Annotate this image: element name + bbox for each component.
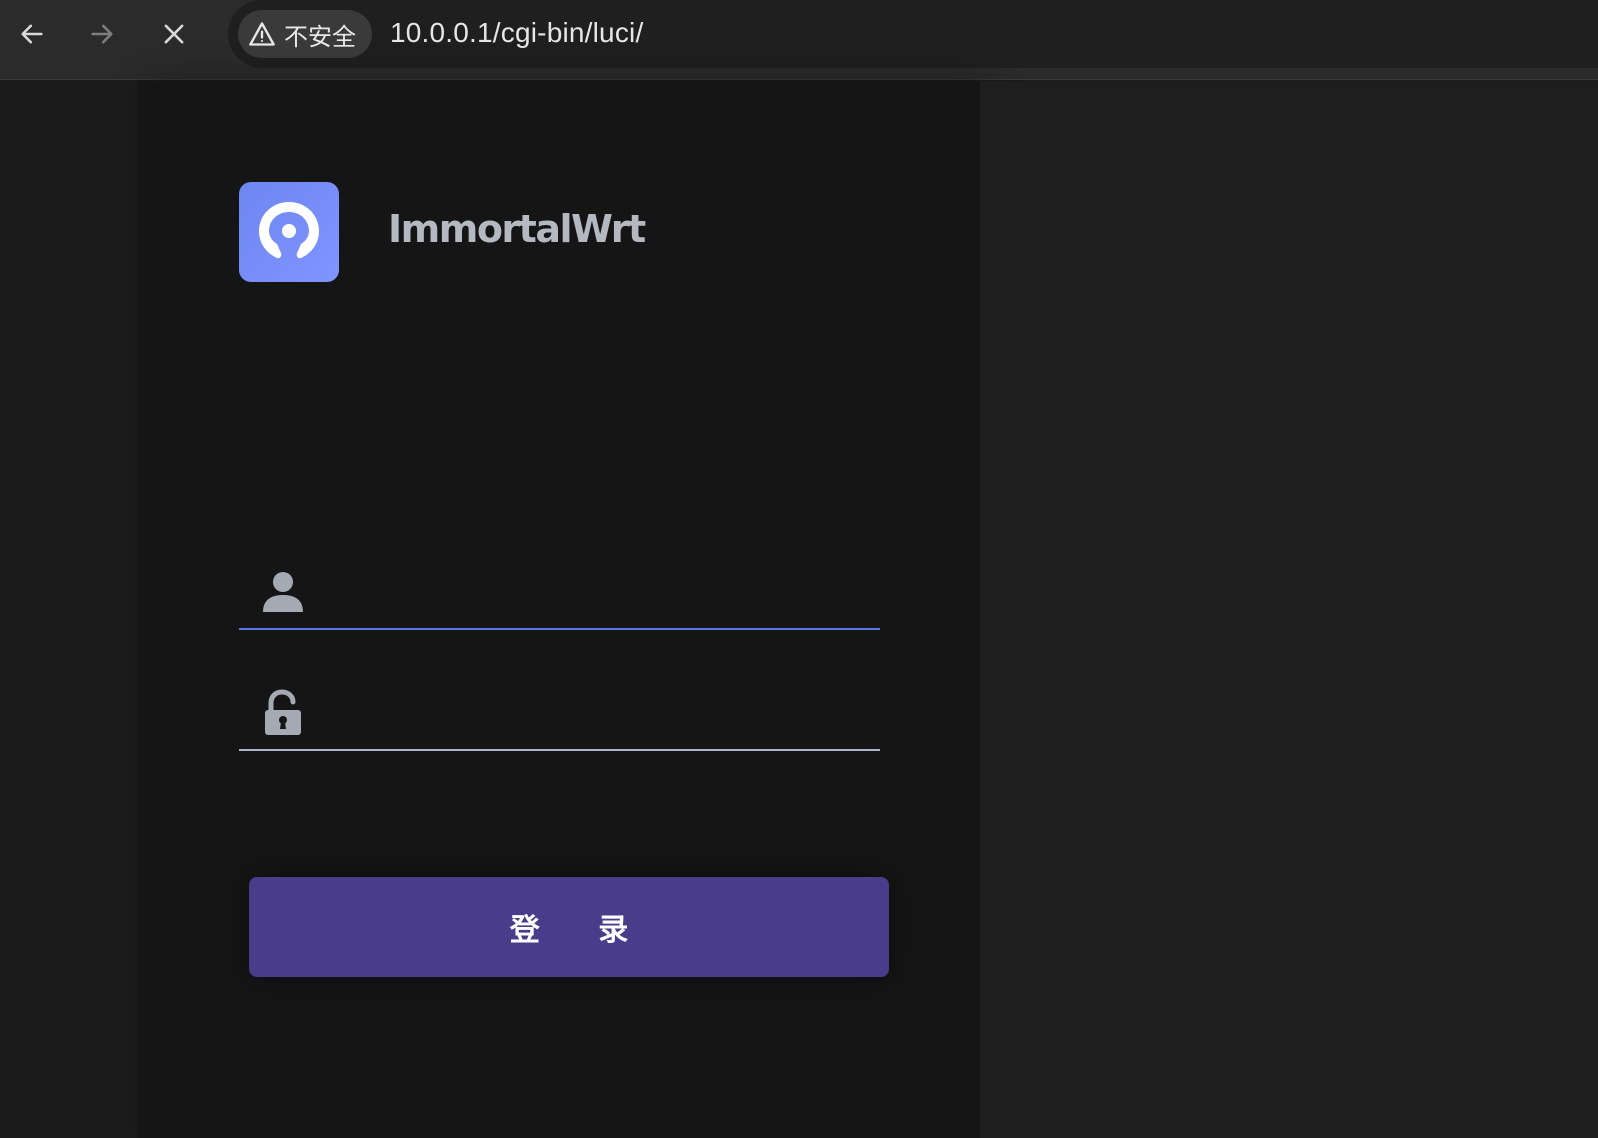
- unlock-icon: [265, 689, 301, 735]
- security-label: 不安全: [284, 23, 356, 51]
- security-indicator[interactable]: 不安全: [238, 10, 372, 58]
- warning-icon: [249, 22, 275, 46]
- address-bar[interactable]: 不安全 10.0.0.1/cgi-bin/luci/: [228, 0, 1598, 68]
- brand-name: ImmortalWrt: [388, 207, 646, 251]
- password-field[interactable]: [239, 679, 880, 751]
- arrow-right-icon: [91, 24, 113, 44]
- keyhole-logo-icon: [259, 202, 319, 259]
- arrow-left-icon: [21, 24, 43, 44]
- back-button[interactable]: [12, 14, 52, 54]
- password-input[interactable]: [329, 687, 873, 745]
- username-field[interactable]: [239, 558, 880, 630]
- username-input[interactable]: [329, 566, 873, 624]
- brand-logo: [239, 182, 339, 282]
- forward-button[interactable]: [82, 14, 122, 54]
- stop-loading-button[interactable]: [154, 14, 194, 54]
- login-panel: ImmortalWrt 登 录: [138, 81, 980, 1138]
- user-icon: [263, 572, 303, 612]
- close-icon: [164, 24, 184, 44]
- url-text[interactable]: 10.0.0.1/cgi-bin/luci/: [390, 17, 643, 49]
- login-button[interactable]: 登 录: [249, 877, 889, 977]
- page-background-right: [980, 81, 1598, 1138]
- page-background-left: [0, 81, 138, 1138]
- browser-toolbar: 不安全 10.0.0.1/cgi-bin/luci/: [0, 0, 1598, 80]
